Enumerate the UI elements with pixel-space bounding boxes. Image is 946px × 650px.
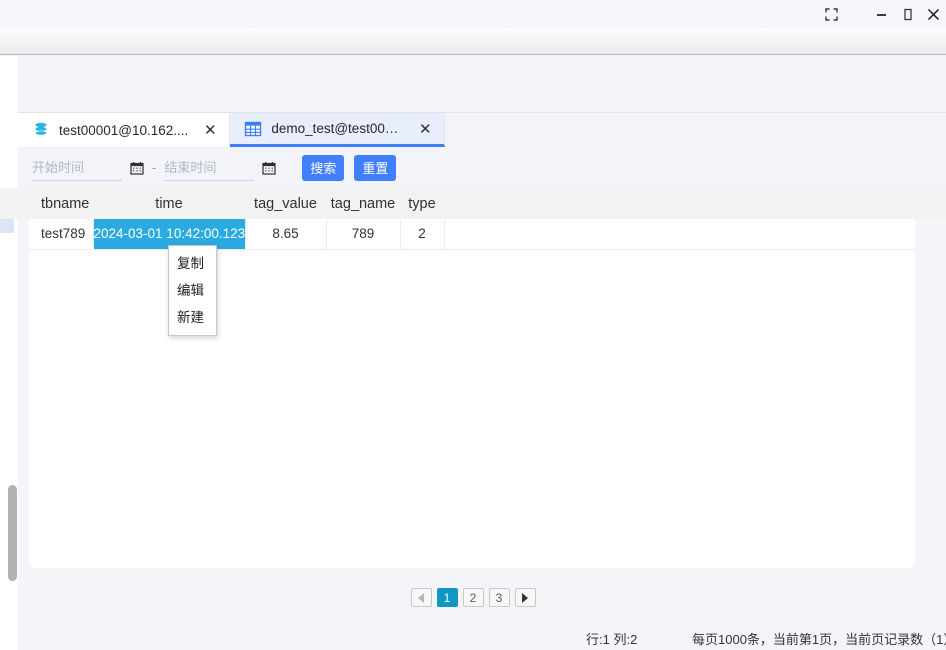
result-grid: tbname time tag_value tag_name type test… bbox=[29, 188, 915, 250]
cell-type[interactable]: 2 bbox=[400, 219, 445, 250]
fullscreen-icon[interactable] bbox=[818, 0, 844, 28]
calendar-icon[interactable] bbox=[130, 161, 144, 175]
left-rail bbox=[0, 56, 18, 650]
minimize-icon[interactable] bbox=[868, 0, 894, 28]
table-icon bbox=[244, 120, 262, 138]
toolbar-band bbox=[0, 28, 946, 55]
context-menu-item-new[interactable]: 新建 bbox=[169, 304, 216, 331]
start-time-field[interactable] bbox=[32, 155, 122, 181]
pagination-page-1[interactable]: 1 bbox=[436, 588, 458, 607]
result-table-panel: tbname time tag_value tag_name type test… bbox=[29, 188, 915, 568]
chevron-right-icon bbox=[522, 592, 528, 603]
pagination: 1 2 3 bbox=[0, 588, 946, 607]
pagination-prev-button[interactable] bbox=[410, 588, 432, 607]
end-time-field[interactable] bbox=[164, 155, 255, 181]
tab-label: demo_test@test000... bbox=[271, 121, 404, 136]
tab-close-icon[interactable]: ✕ bbox=[418, 120, 432, 138]
column-header-tbname[interactable]: tbname bbox=[29, 188, 93, 219]
reset-button[interactable]: 重置 bbox=[354, 154, 397, 181]
filter-bar: - 搜索 重置 bbox=[18, 147, 946, 188]
database-icon bbox=[32, 121, 50, 139]
cell-tag-name[interactable]: 789 bbox=[326, 219, 401, 250]
start-time-input[interactable] bbox=[32, 159, 122, 175]
cell-tbname[interactable]: test789 bbox=[29, 219, 94, 250]
window-titlebar bbox=[0, 0, 946, 28]
end-time-input[interactable] bbox=[164, 159, 255, 175]
column-header-time[interactable]: time bbox=[93, 188, 245, 219]
cell-tag-value[interactable]: 8.65 bbox=[245, 219, 327, 250]
vertical-scrollbar-thumb[interactable] bbox=[8, 485, 17, 581]
tab-query-result[interactable]: demo_test@test000... ✕ bbox=[230, 113, 446, 147]
column-header-filler bbox=[444, 188, 915, 219]
cell-filler bbox=[444, 219, 915, 250]
pagination-page-2[interactable]: 2 bbox=[462, 588, 484, 607]
column-header-tag-value[interactable]: tag_value bbox=[245, 188, 326, 219]
context-menu: 复制 编辑 新建 bbox=[168, 245, 217, 336]
maximize-icon[interactable] bbox=[894, 0, 920, 28]
page-info-status: 每页1000条，当前第1页，当前页记录数（1） bbox=[692, 631, 946, 647]
pagination-page-3[interactable]: 3 bbox=[488, 588, 510, 607]
tab-connection[interactable]: test00001@10.162.... ✕ bbox=[18, 113, 231, 147]
header-bg-right bbox=[915, 188, 946, 219]
application-window: test00001@10.162.... ✕ demo_test@test000… bbox=[0, 0, 946, 650]
column-header-tag-name[interactable]: tag_name bbox=[326, 188, 400, 219]
tab-strip: test00001@10.162.... ✕ demo_test@test000… bbox=[18, 113, 946, 147]
context-menu-item-copy[interactable]: 复制 bbox=[169, 250, 216, 277]
table-header-row: tbname time tag_value tag_name type bbox=[29, 188, 915, 219]
status-bar: 行:1 列:2 每页1000条，当前第1页，当前页记录数（1） bbox=[0, 626, 946, 650]
calendar-icon[interactable] bbox=[262, 161, 276, 175]
column-header-type[interactable]: type bbox=[400, 188, 444, 219]
search-button[interactable]: 搜索 bbox=[302, 154, 345, 181]
header-bg-left bbox=[0, 188, 29, 219]
pagination-next-button[interactable] bbox=[514, 588, 536, 607]
cursor-position-status: 行:1 列:2 bbox=[586, 631, 638, 647]
table-row[interactable]: test789 2024-03-01 10:42:00.123 8.65 789… bbox=[29, 219, 915, 250]
tab-label: test00001@10.162.... bbox=[59, 122, 189, 138]
close-icon[interactable] bbox=[920, 0, 946, 28]
tab-close-icon[interactable]: ✕ bbox=[203, 121, 217, 139]
context-menu-item-edit[interactable]: 编辑 bbox=[169, 277, 216, 304]
upper-blank-panel bbox=[0, 56, 946, 113]
chevron-left-icon bbox=[418, 592, 424, 603]
range-separator: - bbox=[152, 160, 157, 175]
